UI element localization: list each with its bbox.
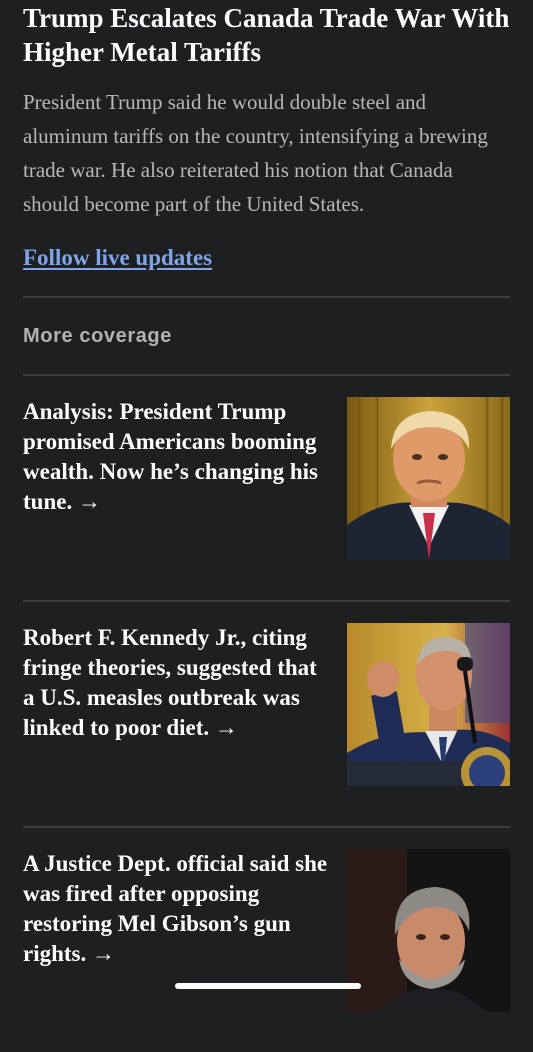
mel-gibson-photo[interactable]	[347, 849, 510, 1012]
story-item[interactable]: Robert F. Kennedy Jr., citing fringe the…	[23, 602, 510, 826]
article-main: Trump Escalates Canada Trade War With Hi…	[23, 0, 510, 1052]
story-item[interactable]: Analysis: President Trump promised Ameri…	[23, 376, 510, 600]
more-coverage-label: More coverage	[23, 325, 172, 347]
story-title[interactable]: Robert F. Kennedy Jr., citing fringe the…	[23, 623, 328, 743]
article-summary: President Trump said he would double ste…	[23, 90, 488, 216]
story-title[interactable]: Analysis: President Trump promised Ameri…	[23, 397, 328, 517]
article-headline[interactable]: Trump Escalates Canada Trade War With Hi…	[23, 0, 510, 69]
story-item[interactable]: A Justice Dept. official said she was fi…	[23, 828, 510, 1052]
follow-live-updates-link[interactable]: Follow live updates	[23, 243, 212, 273]
home-indicator[interactable]	[175, 983, 361, 989]
rfk-jr-podium-photo[interactable]	[347, 623, 510, 786]
trump-portrait-photo[interactable]	[347, 397, 510, 560]
story-title[interactable]: A Justice Dept. official said she was fi…	[23, 849, 328, 969]
